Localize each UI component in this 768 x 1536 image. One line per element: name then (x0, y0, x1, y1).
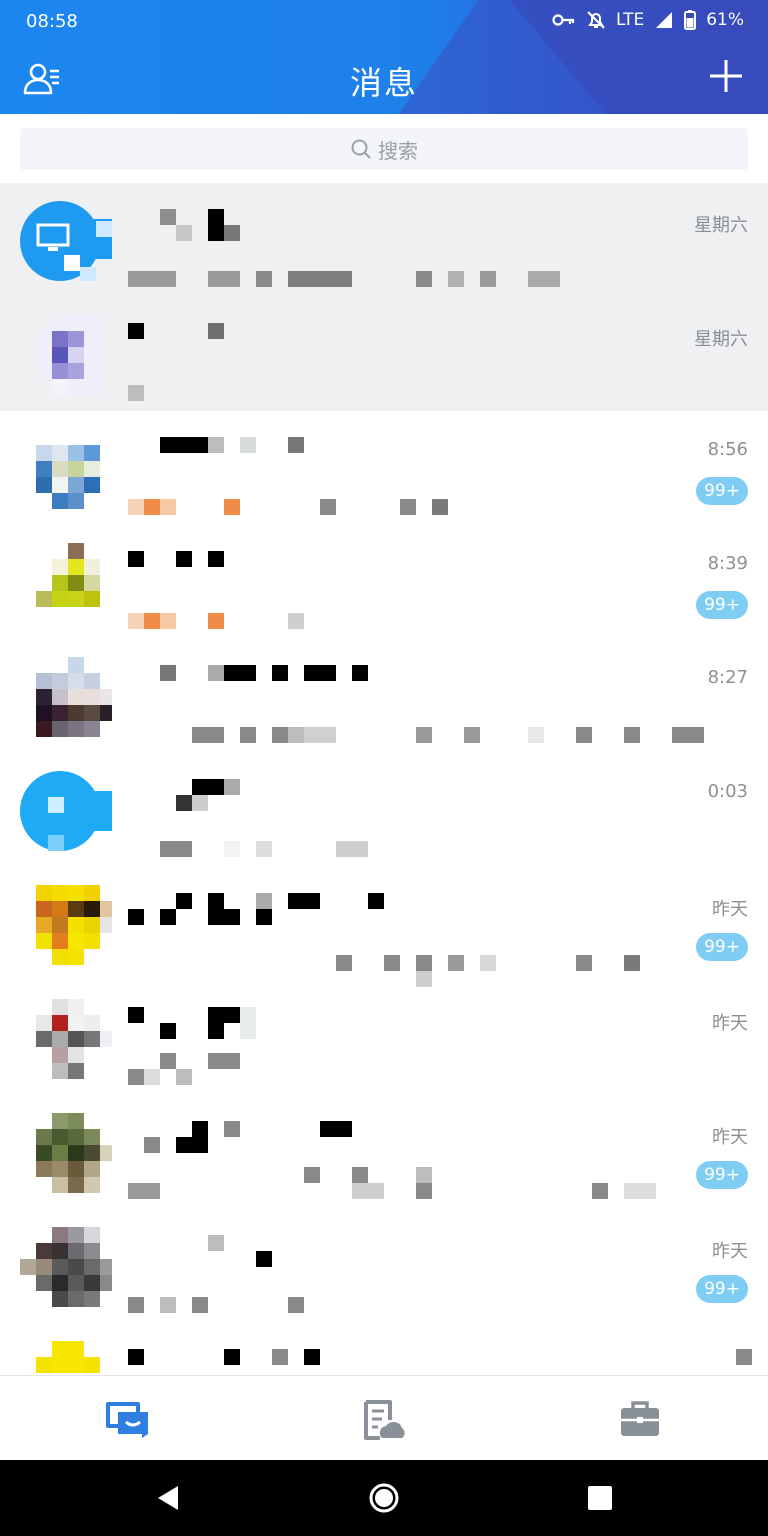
search-input[interactable]: 搜索 (20, 128, 748, 170)
battery-level: 61% (706, 10, 744, 30)
avatar (20, 657, 112, 737)
avatar (20, 1113, 112, 1193)
unread-badge: 99+ (696, 1161, 748, 1189)
conversation-item[interactable] (0, 1323, 768, 1375)
conversation-item[interactable]: 昨天 99+ (0, 1209, 768, 1323)
battery-icon (684, 10, 697, 30)
conversation-time: 昨天 (712, 1013, 748, 1034)
avatar (20, 1341, 112, 1375)
avatar (20, 885, 112, 965)
signal-icon (656, 12, 673, 28)
conversation-time: 昨天 (712, 1127, 748, 1148)
conversation-time: 星期六 (694, 329, 748, 350)
home-icon[interactable] (368, 1482, 400, 1514)
bell-off-icon (587, 11, 605, 29)
conversation-item[interactable]: 0:03 (0, 753, 768, 867)
avatar (20, 1227, 112, 1307)
conversation-time: 8:27 (707, 667, 748, 688)
conversation-item[interactable]: 8:27 (0, 639, 768, 753)
docs-cloud-icon[interactable] (360, 1398, 408, 1442)
conversation-item[interactable]: 星期六 (0, 183, 768, 297)
search-icon (351, 139, 371, 159)
chat-icon[interactable] (104, 1398, 152, 1442)
avatar (20, 771, 112, 851)
status-time: 08:58 (26, 11, 78, 32)
conversation-time: 8:56 (707, 439, 748, 460)
status-bar: 08:58 LTE 61% (0, 0, 768, 44)
back-icon[interactable] (152, 1482, 184, 1514)
unread-badge: 99+ (696, 591, 748, 619)
app-avatar-icon (20, 771, 112, 851)
conversation-time: 8:39 (707, 553, 748, 574)
add-icon[interactable] (708, 58, 744, 94)
avatar (20, 201, 112, 281)
system-nav-bar (0, 1460, 768, 1536)
key-icon (552, 14, 575, 26)
search-section: 搜索 (0, 114, 768, 184)
recents-icon[interactable] (584, 1482, 616, 1514)
bottom-nav (0, 1375, 768, 1460)
conversation-item[interactable]: 星期六 (0, 297, 768, 411)
app-header: 08:58 LTE 61% 消息 (0, 0, 768, 114)
conversation-item[interactable]: 昨天 (0, 981, 768, 1095)
network-type: LTE (615, 10, 645, 30)
avatar (20, 429, 112, 509)
avatar (20, 315, 112, 395)
unread-badge: 99+ (696, 1275, 748, 1303)
briefcase-icon[interactable] (616, 1398, 664, 1442)
search-placeholder: 搜索 (378, 138, 418, 163)
avatar (20, 999, 112, 1079)
conversation-item[interactable]: 昨天 99+ (0, 1095, 768, 1209)
conversation-time: 0:03 (707, 781, 748, 802)
conversation-time: 昨天 (712, 899, 748, 920)
unread-badge: 99+ (696, 477, 748, 505)
status-icons: LTE 61% (552, 10, 744, 30)
avatar (20, 543, 112, 623)
conversation-list: 星期六 星期六 8:56 99+ 8:39 99+ 8:27 0:03 昨天 9… (0, 183, 768, 1375)
conversation-time: 昨天 (712, 1241, 748, 1262)
conversation-item[interactable]: 8:39 99+ (0, 525, 768, 639)
conversation-time: 星期六 (694, 215, 748, 236)
page-title: 消息 (349, 64, 418, 102)
unread-badge: 99+ (696, 933, 748, 961)
conversation-item[interactable]: 8:56 99+ (0, 411, 768, 525)
conversation-item[interactable]: 昨天 99+ (0, 867, 768, 987)
desktop-avatar-icon (20, 201, 112, 281)
